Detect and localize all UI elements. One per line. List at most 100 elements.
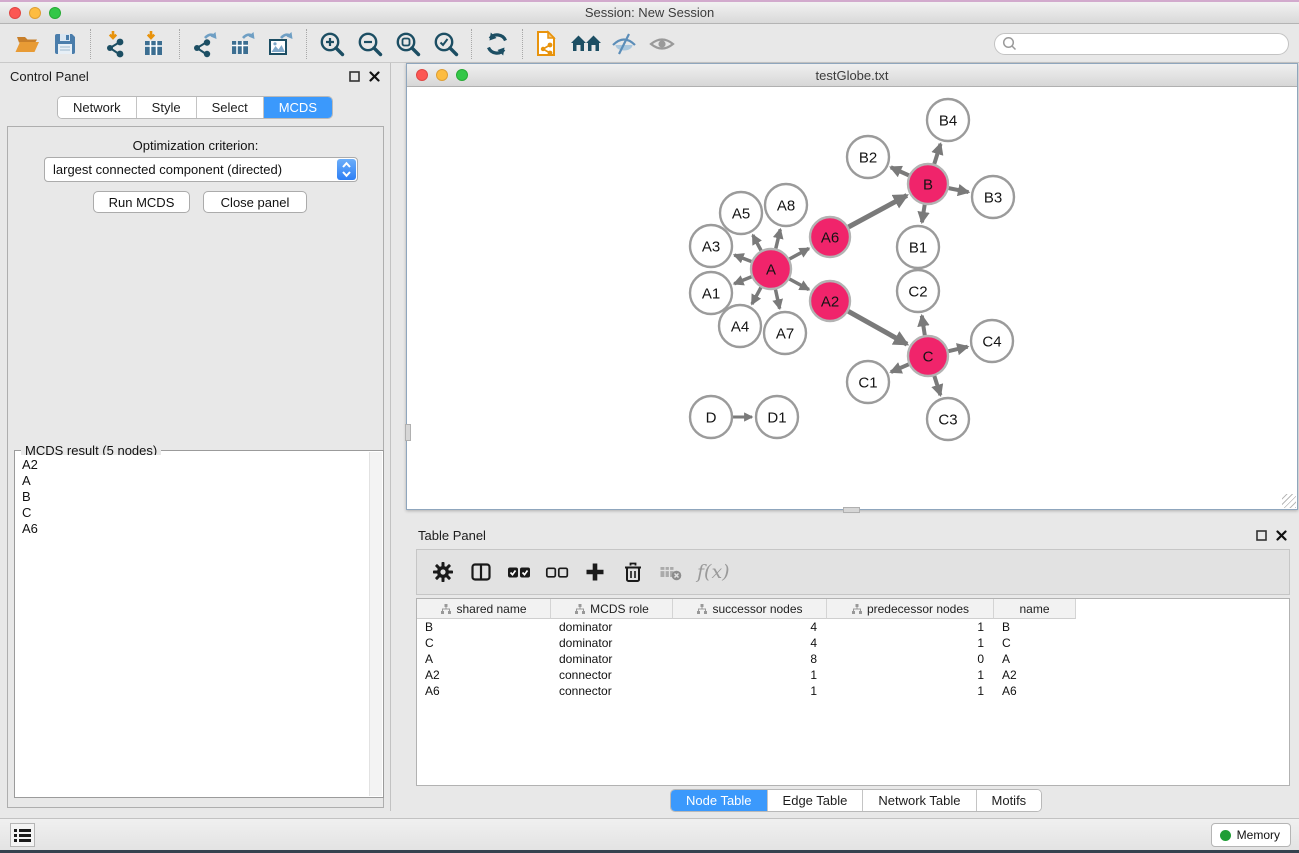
hide-panel-button[interactable] bbox=[605, 28, 643, 60]
memory-button[interactable]: Memory bbox=[1211, 823, 1291, 847]
graph-node-D1[interactable]: D1 bbox=[756, 396, 798, 438]
select-all-button[interactable] bbox=[501, 554, 537, 590]
search-input[interactable] bbox=[1018, 35, 1288, 53]
graph-edge-A-A6[interactable] bbox=[789, 248, 808, 259]
tab-network-table[interactable]: Network Table bbox=[863, 790, 976, 811]
export-image-button[interactable] bbox=[262, 28, 300, 60]
column-header-predecessor-nodes[interactable]: predecessor nodes bbox=[827, 599, 994, 619]
graph-node-C4[interactable]: C4 bbox=[971, 320, 1013, 362]
add-column-button[interactable] bbox=[577, 554, 613, 590]
network-graph[interactable]: AA1A2A3A4A5A6A7A8BB1B2B3B4CC1C2C3C4DD1 bbox=[407, 88, 1297, 509]
float-panel-icon[interactable] bbox=[349, 71, 360, 82]
graph-node-A3[interactable]: A3 bbox=[690, 225, 732, 267]
table-row[interactable]: A2connector11A2 bbox=[417, 667, 1289, 683]
delete-table-button[interactable] bbox=[653, 554, 689, 590]
column-header-name[interactable]: name bbox=[994, 599, 1076, 619]
result-item[interactable]: A2 bbox=[22, 457, 368, 473]
export-table-button[interactable] bbox=[224, 28, 262, 60]
result-item[interactable]: A bbox=[22, 473, 368, 489]
home-button[interactable] bbox=[567, 28, 605, 60]
run-mcds-button[interactable]: Run MCDS bbox=[93, 191, 190, 213]
graph-node-B4[interactable]: B4 bbox=[927, 99, 969, 141]
show-panel-button[interactable] bbox=[643, 28, 681, 60]
graph-edge-A-A8[interactable] bbox=[776, 229, 781, 248]
mcds-result-list[interactable]: A2ABCA6 bbox=[17, 455, 368, 795]
splitter-handle-left[interactable] bbox=[405, 424, 411, 441]
save-session-button[interactable] bbox=[46, 28, 84, 60]
graph-node-C2[interactable]: C2 bbox=[897, 270, 939, 312]
refresh-network-button[interactable] bbox=[478, 28, 516, 60]
float-panel-icon[interactable] bbox=[1256, 530, 1267, 541]
graph-edge-A2-C[interactable] bbox=[848, 311, 907, 344]
delete-column-button[interactable] bbox=[615, 554, 651, 590]
export-network-button[interactable] bbox=[186, 28, 224, 60]
network-canvas[interactable]: AA1A2A3A4A5A6A7A8BB1B2B3B4CC1C2C3C4DD1 bbox=[407, 88, 1297, 509]
graph-edge-A-A3[interactable] bbox=[734, 255, 751, 262]
tab-motifs[interactable]: Motifs bbox=[977, 790, 1042, 811]
table-settings-button[interactable] bbox=[425, 554, 461, 590]
tab-network[interactable]: Network bbox=[58, 97, 137, 118]
graph-edge-C-C1[interactable] bbox=[891, 364, 909, 372]
network-from-file-button[interactable] bbox=[529, 28, 567, 60]
show-columns-button[interactable] bbox=[463, 554, 499, 590]
window-resize-grip[interactable] bbox=[1282, 494, 1296, 508]
import-network-button[interactable] bbox=[97, 28, 135, 60]
result-item[interactable]: B bbox=[22, 489, 368, 505]
result-item[interactable]: A6 bbox=[22, 521, 368, 537]
graph-node-C3[interactable]: C3 bbox=[927, 398, 969, 440]
table-row[interactable]: Cdominator41C bbox=[417, 635, 1289, 651]
tab-edge-table[interactable]: Edge Table bbox=[768, 790, 864, 811]
table-row[interactable]: A6connector11A6 bbox=[417, 683, 1289, 699]
graph-edge-B-B1[interactable] bbox=[922, 205, 925, 223]
tab-style[interactable]: Style bbox=[137, 97, 197, 118]
graph-node-B1[interactable]: B1 bbox=[897, 226, 939, 268]
zoom-fit-button[interactable] bbox=[389, 28, 427, 60]
column-header-shared-name[interactable]: shared name bbox=[417, 599, 551, 619]
graph-node-A[interactable]: A bbox=[751, 249, 791, 289]
table-row[interactable]: Adominator80A bbox=[417, 651, 1289, 667]
graph-edge-C-C3[interactable] bbox=[934, 376, 940, 395]
zoom-in-button[interactable] bbox=[313, 28, 351, 60]
graph-edge-B-B3[interactable] bbox=[949, 188, 969, 192]
tab-select[interactable]: Select bbox=[197, 97, 264, 118]
graph-edge-C-C4[interactable] bbox=[948, 347, 967, 352]
graph-node-A4[interactable]: A4 bbox=[719, 305, 761, 347]
result-scrollbar[interactable] bbox=[369, 452, 382, 796]
graph-edge-A-A7[interactable] bbox=[775, 290, 779, 309]
graph-edge-A-A2[interactable] bbox=[789, 279, 808, 290]
tab-mcds[interactable]: MCDS bbox=[264, 97, 332, 118]
graph-node-A1[interactable]: A1 bbox=[690, 272, 732, 314]
graph-node-B[interactable]: B bbox=[908, 164, 948, 204]
column-header-MCDS-role[interactable]: MCDS role bbox=[551, 599, 673, 619]
graph-edge-A-A4[interactable] bbox=[752, 287, 761, 304]
zoom-selected-button[interactable] bbox=[427, 28, 465, 60]
open-session-button[interactable] bbox=[8, 28, 46, 60]
function-builder-button[interactable]: f(x) bbox=[697, 561, 730, 583]
graph-node-D[interactable]: D bbox=[690, 396, 732, 438]
close-panel-icon[interactable] bbox=[369, 71, 380, 82]
graph-edge-B-B4[interactable] bbox=[934, 144, 940, 164]
close-panel-button[interactable]: Close panel bbox=[203, 191, 307, 213]
graph-edge-A-A1[interactable] bbox=[734, 277, 751, 284]
result-item[interactable]: C bbox=[22, 505, 368, 521]
graph-edge-A-A5[interactable] bbox=[753, 235, 761, 250]
graph-node-C[interactable]: C bbox=[908, 336, 948, 376]
optimization-dropdown[interactable]: largest connected component (directed) bbox=[44, 157, 358, 182]
import-table-button[interactable] bbox=[135, 28, 173, 60]
graph-node-A8[interactable]: A8 bbox=[765, 184, 807, 226]
graph-node-B2[interactable]: B2 bbox=[847, 136, 889, 178]
column-header-successor-nodes[interactable]: successor nodes bbox=[673, 599, 827, 619]
graph-edge-A6-B[interactable] bbox=[848, 195, 906, 227]
tab-node-table[interactable]: Node Table bbox=[671, 790, 768, 811]
graph-edge-B-B2[interactable] bbox=[891, 167, 909, 175]
graph-node-A5[interactable]: A5 bbox=[720, 192, 762, 234]
graph-node-A6[interactable]: A6 bbox=[810, 217, 850, 257]
splitter-handle-bottom[interactable] bbox=[843, 507, 860, 513]
deselect-all-button[interactable] bbox=[539, 554, 575, 590]
graph-node-A7[interactable]: A7 bbox=[764, 312, 806, 354]
search-box[interactable] bbox=[994, 33, 1289, 55]
graph-node-C1[interactable]: C1 bbox=[847, 361, 889, 403]
graph-node-B3[interactable]: B3 bbox=[972, 176, 1014, 218]
task-history-button[interactable] bbox=[10, 823, 35, 847]
graph-edge-C-C2[interactable] bbox=[922, 316, 925, 336]
